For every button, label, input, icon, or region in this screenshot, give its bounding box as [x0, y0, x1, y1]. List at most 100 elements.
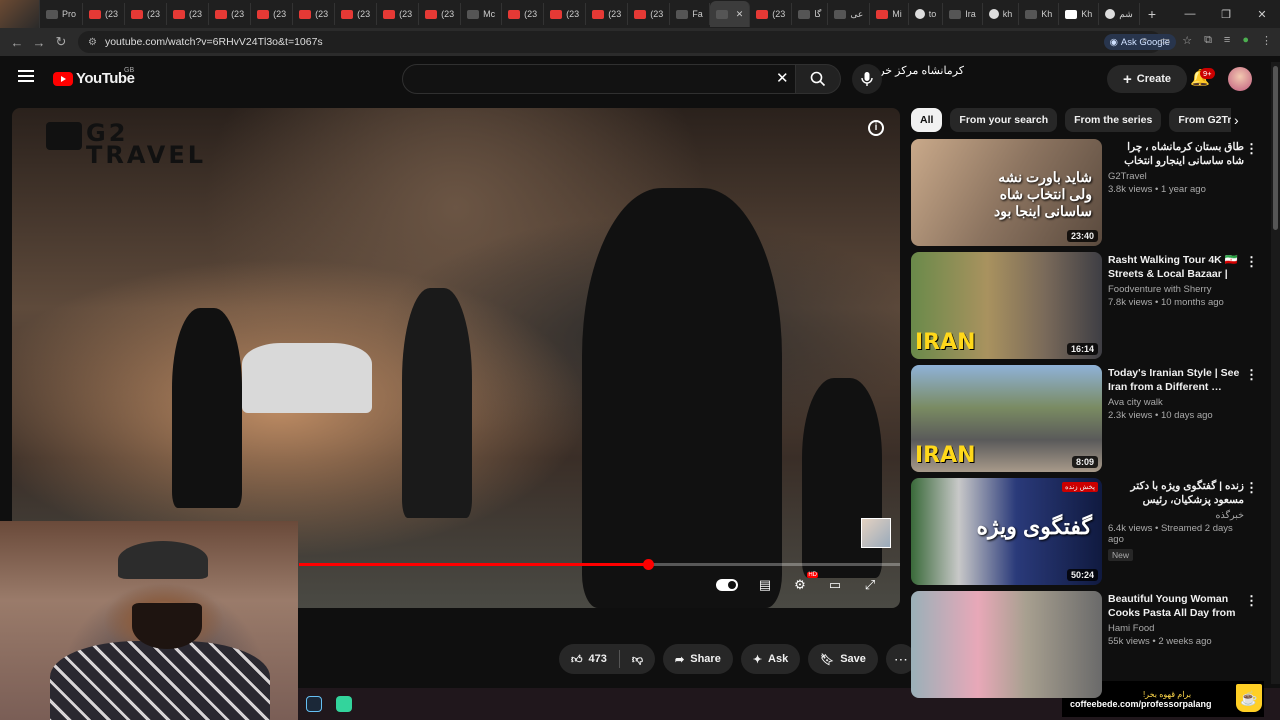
browser-profile-avatar[interactable]: [0, 0, 40, 28]
video-title[interactable]: Beautiful Young Woman Cooks Pasta All Da…: [1108, 592, 1244, 620]
subtitles-icon[interactable]: ▤: [757, 578, 773, 592]
progress-bar[interactable]: [299, 559, 900, 570]
browser-tab[interactable]: (23: [83, 3, 126, 25]
more-options-icon[interactable]: ⋮: [1245, 480, 1258, 496]
browser-tab[interactable]: (23: [419, 3, 462, 25]
close-window-icon[interactable]: ✕: [1244, 8, 1280, 21]
settings-icon[interactable]: ⚙: [792, 578, 808, 592]
url-omnibox[interactable]: ⚙ youtube.com/watch?v=6RHvV24Tl3o&t=1067…: [78, 31, 1162, 53]
video-thumbnail[interactable]: پخش زنده گفتگوی ویژه 50:24: [911, 478, 1102, 585]
channel-name[interactable]: Ava city walk: [1108, 397, 1244, 408]
chip-all[interactable]: All: [911, 108, 943, 132]
theater-mode-icon[interactable]: ▭: [827, 578, 843, 592]
video-thumbnail[interactable]: [911, 591, 1102, 698]
minimize-icon[interactable]: —: [1172, 8, 1208, 20]
like-button[interactable]: 👍︎ 473: [559, 644, 619, 674]
more-options-icon[interactable]: ⋮: [1245, 254, 1258, 270]
close-tab-icon[interactable]: ✕: [736, 9, 744, 20]
browser-tab[interactable]: Mc: [461, 3, 503, 25]
more-options-icon[interactable]: ⋮: [1245, 593, 1258, 609]
extensions-icon[interactable]: ⧉: [1204, 34, 1212, 47]
info-icon[interactable]: i: [868, 120, 884, 136]
forward-icon[interactable]: →: [28, 35, 50, 50]
save-button[interactable]: 🔖︎ Save: [808, 644, 878, 674]
video-title[interactable]: Today's Iranian Style | See Iran from a …: [1108, 366, 1244, 394]
cast-icon[interactable]: ▭: [1160, 34, 1170, 47]
browser-tab[interactable]: گا: [792, 3, 829, 25]
video-thumbnail[interactable]: شاید باورت نشه ولی انتخاب شاه ساسانی این…: [911, 139, 1102, 246]
browser-tab[interactable]: (23: [628, 3, 671, 25]
browser-tab[interactable]: (23: [167, 3, 210, 25]
browser-tab[interactable]: (23: [335, 3, 378, 25]
browser-tab[interactable]: kh: [983, 3, 1020, 25]
video-title[interactable]: Rasht Walking Tour 4K 🇮🇷 Streets & Local…: [1108, 253, 1244, 281]
media-control-icon[interactable]: ≡: [1224, 34, 1230, 47]
clear-search-icon[interactable]: ✕: [776, 69, 789, 87]
browser-tab[interactable]: (23: [544, 3, 587, 25]
video-title[interactable]: طاق بستان کرمانشاه ، چرا شاه ساسانی اینج…: [1108, 140, 1244, 168]
more-options-icon[interactable]: ⋮: [1245, 141, 1258, 157]
browser-tab[interactable]: Kh: [1019, 3, 1060, 25]
back-icon[interactable]: ←: [6, 35, 28, 50]
voice-search-button[interactable]: [852, 64, 882, 94]
new-tab-icon[interactable]: +: [1140, 6, 1164, 22]
browser-tab[interactable]: Fa: [670, 3, 710, 25]
chip-from-your-search[interactable]: From your search: [950, 108, 1058, 132]
chevron-right-icon[interactable]: ›: [1234, 112, 1239, 128]
list-item[interactable]: IRAN 16:14 Rasht Walking Tour 4K 🇮🇷 Stre…: [911, 252, 1258, 365]
video-thumbnail[interactable]: IRAN 8:09: [911, 365, 1102, 472]
browser-tab[interactable]: (23: [586, 3, 629, 25]
share-button[interactable]: ➦ Share: [663, 644, 733, 674]
browser-tab[interactable]: Ira: [943, 3, 983, 25]
app-icon[interactable]: [336, 696, 352, 712]
list-item[interactable]: Beautiful Young Woman Cooks Pasta All Da…: [911, 591, 1258, 704]
browser-tab[interactable]: ✕: [709, 1, 751, 27]
browser-tab[interactable]: (23: [377, 3, 420, 25]
chip-from-the-series[interactable]: From the series: [1065, 108, 1162, 132]
video-thumbnail[interactable]: IRAN 16:14: [911, 252, 1102, 359]
autoplay-toggle[interactable]: [716, 579, 738, 591]
zoom-icon[interactable]: ⌕: [1142, 34, 1148, 47]
profile-icon[interactable]: ●: [1242, 34, 1249, 47]
more-options-icon[interactable]: ⋮: [1245, 367, 1258, 383]
list-item[interactable]: پخش زنده گفتگوی ویژه 50:24 زنده | گفتگوی…: [911, 478, 1258, 591]
search-button[interactable]: [795, 64, 841, 94]
browser-tab[interactable]: (23: [750, 3, 793, 25]
reload-icon[interactable]: ↻: [50, 34, 72, 50]
browser-menu-icon[interactable]: ⋮: [1261, 34, 1272, 47]
account-avatar[interactable]: [1228, 67, 1252, 91]
scrubber-handle[interactable]: [642, 559, 654, 570]
browser-tab[interactable]: Kh: [1059, 3, 1100, 25]
steam-icon[interactable]: [306, 696, 322, 712]
browser-tab[interactable]: (23: [251, 3, 294, 25]
browser-tab[interactable]: (23: [502, 3, 545, 25]
channel-name[interactable]: خبرگذه: [1108, 510, 1244, 521]
browser-tab[interactable]: (23: [293, 3, 336, 25]
list-item[interactable]: IRAN 8:09 Today's Iranian Style | See Ir…: [911, 365, 1258, 478]
browser-tab[interactable]: عی: [828, 3, 871, 25]
restore-icon[interactable]: ❐: [1208, 8, 1244, 21]
browser-tab[interactable]: to: [909, 3, 944, 25]
list-item[interactable]: شاید باورت نشه ولی انتخاب شاه ساسانی این…: [911, 139, 1258, 252]
create-button[interactable]: + Create: [1107, 65, 1187, 93]
bookmark-star-icon[interactable]: ☆: [1182, 34, 1192, 47]
fullscreen-icon[interactable]: ⤢: [862, 578, 878, 592]
channel-name[interactable]: G2Travel: [1108, 171, 1244, 182]
ask-button[interactable]: ✦ Ask: [740, 644, 801, 674]
chip-from-channel[interactable]: From G2Trave: [1169, 108, 1231, 132]
browser-tab[interactable]: (23: [125, 3, 168, 25]
scrollbar-thumb[interactable]: [1273, 66, 1278, 230]
browser-tab[interactable]: Pro: [40, 3, 84, 25]
browser-tab[interactable]: شم: [1099, 3, 1140, 25]
video-title[interactable]: زنده | گفتگوی ویژه با دکتر مسعود پزشکیان…: [1108, 479, 1245, 507]
site-info-icon[interactable]: ⚙: [88, 37, 97, 48]
end-screen-thumbnail[interactable]: [861, 518, 891, 548]
menu-icon[interactable]: [18, 70, 34, 82]
youtube-logo[interactable]: YouTube: [53, 70, 135, 87]
browser-tab[interactable]: Mi: [870, 3, 909, 25]
channel-name[interactable]: Hami Food: [1108, 623, 1244, 634]
browser-tab[interactable]: (23: [209, 3, 252, 25]
channel-name[interactable]: Foodventure with Sherry: [1108, 284, 1244, 295]
dislike-button[interactable]: 👎︎: [620, 644, 655, 674]
search-input[interactable]: [402, 64, 796, 94]
